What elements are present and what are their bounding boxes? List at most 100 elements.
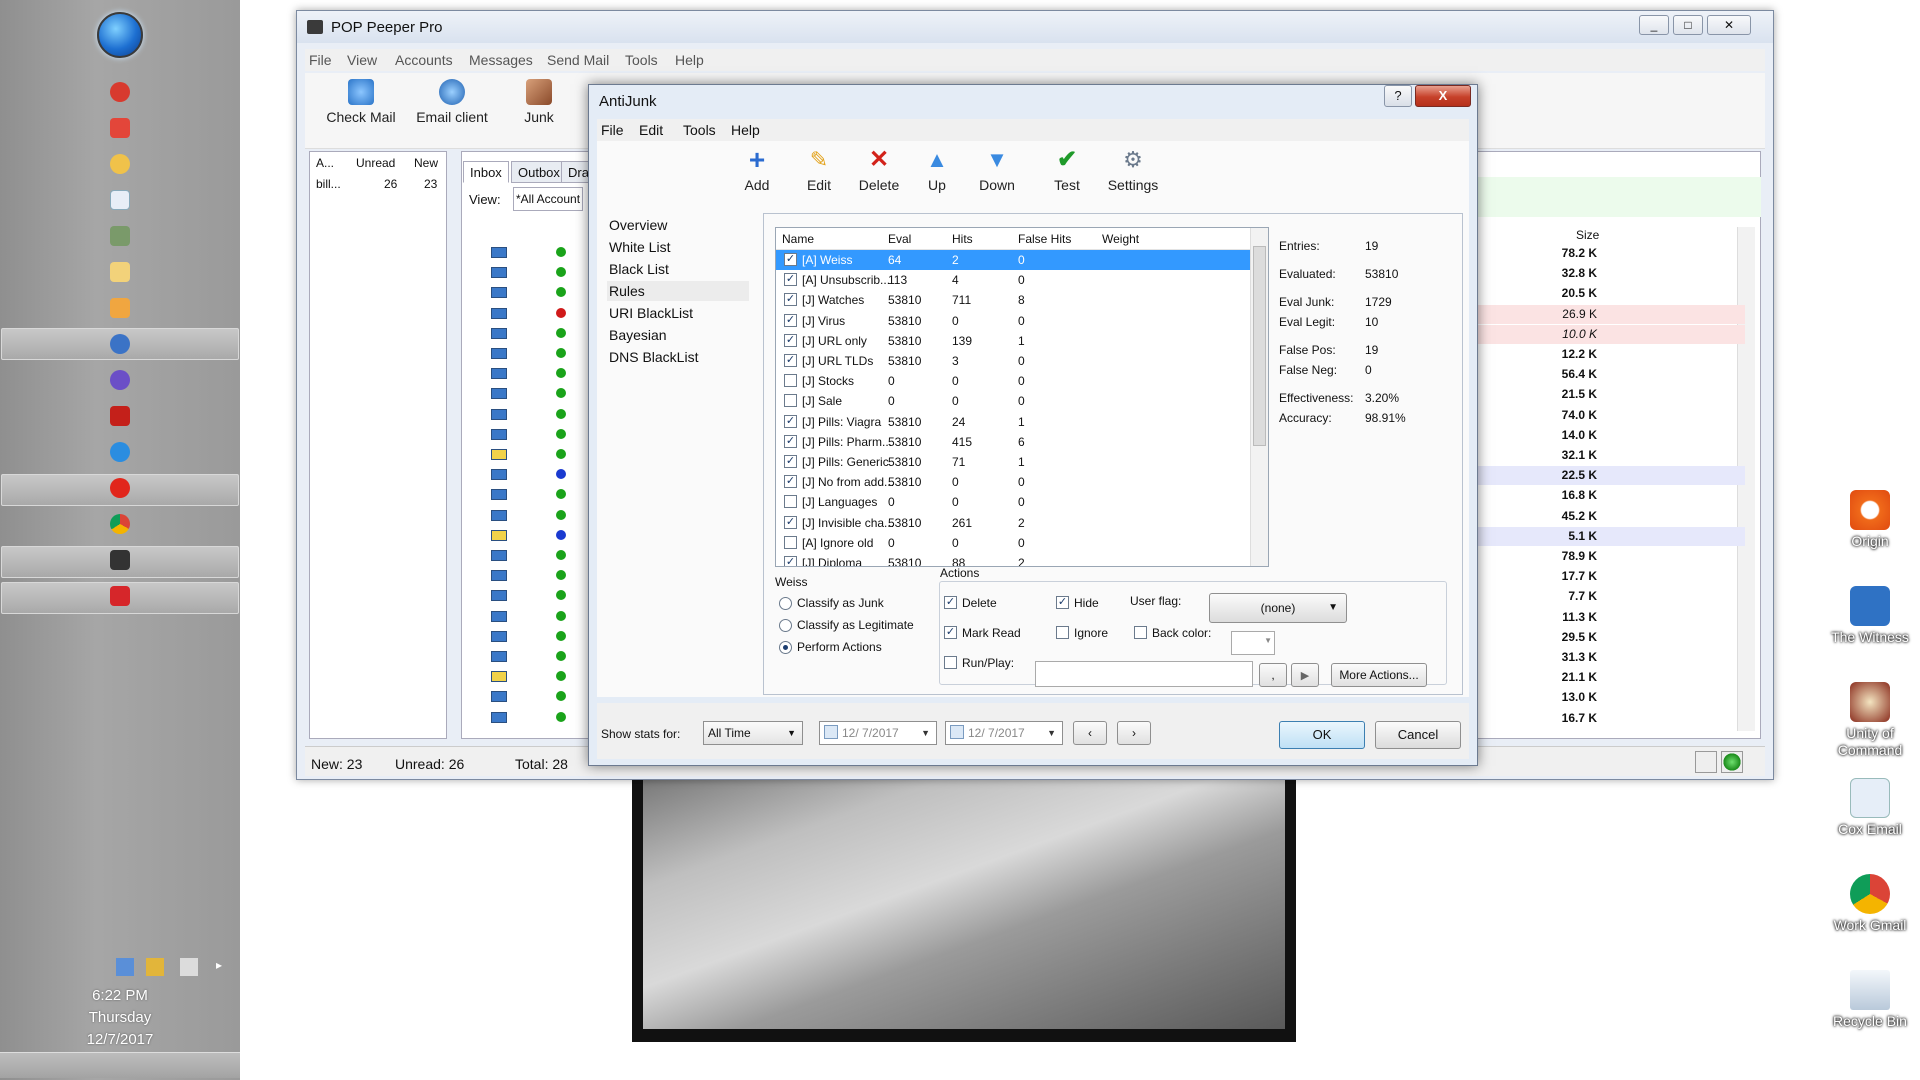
col-false-hits[interactable]: False Hits — [1018, 232, 1071, 246]
check-mail-button[interactable]: Check Mail — [323, 79, 399, 125]
minimize-button[interactable]: _ — [1639, 15, 1669, 35]
back-color-checkbox[interactable] — [1134, 626, 1147, 639]
col-eval[interactable]: Eval — [888, 232, 911, 246]
rule-enabled-checkbox[interactable] — [784, 394, 797, 408]
menu-tools[interactable]: Tools — [625, 52, 658, 68]
media-player-icon[interactable] — [110, 298, 130, 318]
rule-row[interactable]: ✓ [J] Invisible cha... 53810 261 2 — [776, 513, 1250, 533]
rule-row[interactable]: ✓ [J] URL only 53810 139 1 — [776, 331, 1250, 351]
rule-row[interactable]: ✓ [J] No from add... 53810 0 0 — [776, 472, 1250, 492]
rule-enabled-checkbox[interactable] — [784, 535, 797, 549]
close-button[interactable]: X — [1415, 85, 1471, 107]
nav-bayesian[interactable]: Bayesian — [607, 325, 749, 345]
desktop-icon-cox-email[interactable]: Cox Email — [1820, 778, 1920, 838]
opera-icon[interactable] — [110, 478, 130, 498]
desktop-icon-the-witness[interactable]: The Witness — [1820, 586, 1920, 646]
tab-outbox[interactable]: Outbox — [511, 161, 567, 183]
close-button[interactable]: ✕ — [1707, 15, 1751, 35]
account-col-header[interactable]: A... — [316, 156, 334, 170]
rule-enabled-checkbox[interactable] — [784, 374, 797, 388]
settings-button[interactable]: ⚙ Settings — [1103, 147, 1163, 193]
run-play-input[interactable] — [1035, 661, 1253, 687]
nav-dns-blacklist[interactable]: DNS BlackList — [607, 347, 749, 367]
ok-button[interactable]: OK — [1279, 721, 1365, 749]
nav-overview[interactable]: Overview — [607, 215, 749, 235]
aj-menu-help[interactable]: Help — [731, 122, 760, 138]
radio-perform-actions[interactable] — [779, 641, 792, 654]
edit-button[interactable]: ✎ Edit — [799, 147, 839, 193]
rule-enabled-checkbox[interactable]: ✓ — [784, 455, 797, 468]
nav-rules[interactable]: Rules — [607, 281, 749, 301]
radio-classify-junk-label[interactable]: Classify as Junk — [797, 596, 884, 610]
radio-classify-legit-label[interactable]: Classify as Legitimate — [797, 618, 914, 632]
rule-row[interactable]: ✓ [J] Watches 53810 711 8 — [776, 290, 1250, 310]
col-hits[interactable]: Hits — [952, 232, 973, 246]
maximize-button[interactable]: □ — [1673, 15, 1703, 35]
menu-view[interactable]: View — [347, 52, 377, 68]
cancel-button[interactable]: Cancel — [1375, 721, 1461, 749]
run-play-checkbox[interactable] — [944, 656, 957, 669]
ignore-checkbox-label[interactable]: Ignore — [1074, 626, 1108, 640]
menu-messages[interactable]: Messages — [469, 52, 533, 68]
help-button[interactable]: ? — [1384, 85, 1412, 107]
new-col-header[interactable]: New — [414, 156, 438, 170]
rule-row[interactable]: ✓ [A] Unsubscrib... 113 4 0 — [776, 270, 1250, 290]
tray-app-icon[interactable] — [146, 958, 164, 976]
rule-row[interactable]: ✓ [J] Pills: Generic 53810 71 1 — [776, 452, 1250, 472]
help-app-icon[interactable] — [110, 370, 130, 390]
rule-enabled-checkbox[interactable]: ✓ — [784, 414, 797, 428]
delete-button[interactable]: ✕ Delete — [853, 147, 905, 194]
rule-row[interactable]: [J] Sale 0 0 0 — [776, 391, 1250, 411]
back-color-label[interactable]: Back color: — [1152, 626, 1211, 640]
rule-enabled-checkbox[interactable]: ✓ — [784, 515, 797, 529]
ignore-checkbox[interactable] — [1056, 626, 1069, 639]
prev-period-button[interactable]: ‹ — [1073, 721, 1107, 745]
junk-button[interactable]: Junk — [519, 79, 559, 125]
rule-enabled-checkbox[interactable]: ✓ — [784, 273, 797, 287]
user-flag-dropdown[interactable]: (none) ▼ — [1209, 593, 1347, 623]
rule-enabled-checkbox[interactable]: ✓ — [784, 313, 797, 327]
app-icon[interactable] — [110, 118, 130, 138]
date-from-picker[interactable]: 12/ 7/2017 ▼ — [819, 721, 937, 745]
rule-row[interactable]: ✓ [J] Pills: Pharm... 53810 415 6 — [776, 432, 1250, 452]
unread-col-header[interactable]: Unread — [356, 156, 395, 170]
rule-row[interactable]: ✓ [A] Weiss 64 2 0 — [776, 250, 1250, 270]
view-select[interactable]: *All Account — [513, 187, 583, 211]
rule-enabled-checkbox[interactable]: ✓ — [784, 475, 797, 489]
desktop-icon-work-gmail[interactable]: Work Gmail — [1820, 874, 1920, 934]
account-row[interactable]: bill... 26 23 — [312, 174, 444, 194]
delete-checkbox-label[interactable]: Delete — [962, 596, 997, 610]
rule-row[interactable]: ✓ [J] Diploma 53810 88 2 — [776, 553, 1250, 566]
rules-scrollbar[interactable] — [1250, 228, 1268, 566]
close-app-icon[interactable] — [110, 82, 130, 102]
rule-enabled-checkbox[interactable]: ✓ — [784, 354, 797, 367]
next-period-button[interactable]: › — [1117, 721, 1151, 745]
aj-menu-edit[interactable]: Edit — [639, 122, 663, 138]
rule-row[interactable]: [A] Ignore old 0 0 0 — [776, 533, 1250, 553]
volume-icon[interactable] — [180, 958, 198, 976]
rule-enabled-checkbox[interactable]: ✓ — [784, 556, 797, 566]
ie-icon[interactable] — [110, 442, 130, 462]
tab-inbox[interactable]: Inbox — [463, 161, 509, 183]
col-weight[interactable]: Weight — [1102, 232, 1139, 246]
desktop-icon-origin[interactable]: Origin — [1820, 490, 1920, 550]
network-icon[interactable] — [116, 958, 134, 976]
nav-black-list[interactable]: Black List — [607, 259, 749, 279]
browse-button[interactable]: , — [1259, 663, 1287, 687]
play-button[interactable]: ▶ — [1291, 663, 1319, 687]
run-play-label[interactable]: Run/Play: — [962, 656, 1014, 670]
hide-checkbox[interactable]: ✓ — [1056, 596, 1069, 609]
nav-white-list[interactable]: White List — [607, 237, 749, 257]
lock-icon[interactable] — [1695, 751, 1717, 773]
size-col-header[interactable]: Size — [1576, 228, 1599, 242]
scrollbar-thumb[interactable] — [1253, 246, 1266, 446]
radio-perform-actions-label[interactable]: Perform Actions — [797, 640, 882, 654]
back-color-picker[interactable]: ▼ — [1231, 631, 1275, 655]
menu-file[interactable]: File — [309, 52, 332, 68]
acrobat-icon[interactable] — [110, 406, 130, 426]
main-titlebar[interactable]: POP Peeper Pro _ □ ✕ — [297, 11, 1773, 43]
menu-accounts[interactable]: Accounts — [395, 52, 453, 68]
aj-menu-tools[interactable]: Tools — [683, 122, 716, 138]
menu-help[interactable]: Help — [675, 52, 704, 68]
date-to-picker[interactable]: 12/ 7/2017 ▼ — [945, 721, 1063, 745]
